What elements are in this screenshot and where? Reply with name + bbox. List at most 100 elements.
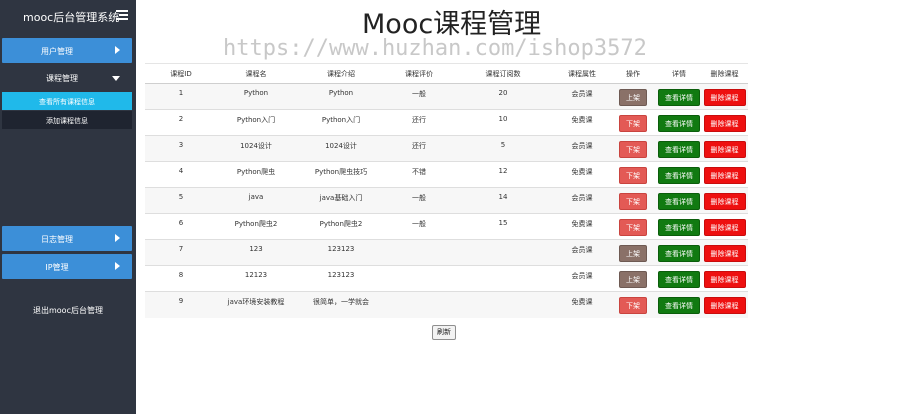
view-details-button[interactable]: 查看详情 [658,141,700,158]
view-details-button[interactable]: 查看详情 [658,245,700,262]
table-row: 5 java java基础入门 一般 14 会员课 下架 查看详情 删除课程 [145,187,748,214]
logout-link[interactable]: 退出mooc后台管理 [0,305,136,316]
cell-course-intro: 123123 [295,239,387,266]
unlist-course-button[interactable]: 下架 [619,219,647,236]
delete-course-button[interactable]: 删除课程 [703,89,746,106]
cell-detail: 查看详情 [657,187,701,214]
delete-course-button[interactable]: 删除课程 [703,271,746,288]
delete-course-button[interactable]: 删除课程 [703,297,746,314]
cell-course-attribute: 会员课 [555,265,609,292]
column-header: 课程订阅数 [451,63,555,84]
cell-course-intro: 1024设计 [295,135,387,162]
cell-course-subscriptions: 12 [451,161,555,188]
sidebar-item-log-management[interactable]: 日志管理 [2,226,132,251]
refresh-button[interactable]: 刷新 [432,325,456,340]
cell-course-rating: 不错 [387,161,451,188]
cell-course-attribute: 免费课 [555,109,609,136]
delete-course-button[interactable]: 删除课程 [703,245,746,262]
sidebar-item-ip-management[interactable]: IP管理 [2,254,132,279]
cell-delete: 删除课程 [701,109,748,136]
sidebar-subitem-view-all-courses[interactable]: 查看所有课程信息 [2,92,132,110]
cell-course-subscriptions: 20 [451,83,555,110]
cell-delete: 删除课程 [701,265,748,292]
cell-detail: 查看详情 [657,291,701,318]
cell-course-attribute: 会员课 [555,135,609,162]
delete-course-button[interactable]: 删除课程 [703,219,746,236]
cell-course-id: 4 [145,161,217,188]
cell-course-attribute: 会员课 [555,239,609,266]
cell-delete: 删除课程 [701,291,748,318]
cell-action: 下架 [609,213,657,240]
delete-course-button[interactable]: 删除课程 [703,141,746,158]
cell-detail: 查看详情 [657,161,701,188]
sidebar-subitem-label: 添加课程信息 [46,117,88,125]
column-header: 操作 [609,63,657,84]
cell-course-id: 2 [145,109,217,136]
cell-action: 下架 [609,135,657,162]
cell-course-attribute: 免费课 [555,161,609,188]
sidebar-item-course-management[interactable]: 课程管理 [2,66,132,90]
table-row: 3 1024设计 1024设计 还行 5 会员课 下架 查看详情 删除课程 [145,135,748,162]
sidebar-item-user-management[interactable]: 用户管理 [2,38,132,63]
cell-course-intro: Python爬虫2 [295,213,387,240]
sidebar: mooc后台管理系统 用户管理 课程管理 查看所有课程信息 添加课程信息 日志管… [0,0,136,414]
cell-detail: 查看详情 [657,265,701,292]
view-details-button[interactable]: 查看详情 [658,271,700,288]
sidebar-item-label: 用户管理 [41,47,73,56]
brand-title: mooc后台管理系统 [23,11,120,24]
table-row: 9 java环境安装教程 很简单，一学就会 免费课 下架 查看详情 删除课程 [145,291,748,318]
list-course-button[interactable]: 上架 [619,89,647,106]
cell-course-id: 1 [145,83,217,110]
view-details-button[interactable]: 查看详情 [658,115,700,132]
cell-action: 上架 [609,265,657,292]
chevron-right-icon [115,46,120,54]
cell-course-intro: java基础入门 [295,187,387,214]
unlist-course-button[interactable]: 下架 [619,115,647,132]
cell-delete: 删除课程 [701,135,748,162]
menu-hamburger-icon[interactable] [116,10,128,21]
view-details-button[interactable]: 查看详情 [658,219,700,236]
column-header: 详情 [657,63,701,84]
cell-course-id: 7 [145,239,217,266]
cell-course-subscriptions [451,291,555,318]
list-course-button[interactable]: 上架 [619,245,647,262]
unlist-course-button[interactable]: 下架 [619,141,647,158]
cell-course-name: Python [217,83,295,110]
cell-action: 下架 [609,109,657,136]
unlist-course-button[interactable]: 下架 [619,297,647,314]
cell-course-rating: 还行 [387,109,451,136]
cell-course-intro: 123123 [295,265,387,292]
delete-course-button[interactable]: 删除课程 [703,115,746,132]
cell-course-name: Python爬虫2 [217,213,295,240]
cell-course-subscriptions: 10 [451,109,555,136]
cell-action: 上架 [609,239,657,266]
unlist-course-button[interactable]: 下架 [619,193,647,210]
view-details-button[interactable]: 查看详情 [658,193,700,210]
cell-delete: 删除课程 [701,213,748,240]
sidebar-subitem-add-course[interactable]: 添加课程信息 [2,111,132,129]
view-details-button[interactable]: 查看详情 [658,297,700,314]
list-course-button[interactable]: 上架 [619,271,647,288]
delete-course-button[interactable]: 删除课程 [703,167,746,184]
cell-course-attribute: 免费课 [555,213,609,240]
cell-course-subscriptions [451,265,555,292]
cell-action: 上架 [609,83,657,110]
cell-course-rating [387,291,451,318]
column-header: 课程评价 [387,63,451,84]
view-details-button[interactable]: 查看详情 [658,167,700,184]
unlist-course-button[interactable]: 下架 [619,167,647,184]
table-row: 7 123 123123 会员课 上架 查看详情 删除课程 [145,239,748,266]
cell-action: 下架 [609,291,657,318]
sidebar-item-label: 日志管理 [41,235,73,244]
cell-course-rating: 一般 [387,213,451,240]
cell-course-rating: 一般 [387,83,451,110]
course-table-container: 课程ID 课程名 课程介绍 课程评价 课程订阅数 课程属性 操作 详情 删除课程 1 Python… [145,63,748,318]
delete-course-button[interactable]: 删除课程 [703,193,746,210]
cell-delete: 删除课程 [701,187,748,214]
sidebar-item-label: IP管理 [45,263,69,272]
view-details-button[interactable]: 查看详情 [658,89,700,106]
column-header: 课程介绍 [295,63,387,84]
cell-action: 下架 [609,161,657,188]
cell-course-rating [387,265,451,292]
cell-course-name: java [217,187,295,214]
